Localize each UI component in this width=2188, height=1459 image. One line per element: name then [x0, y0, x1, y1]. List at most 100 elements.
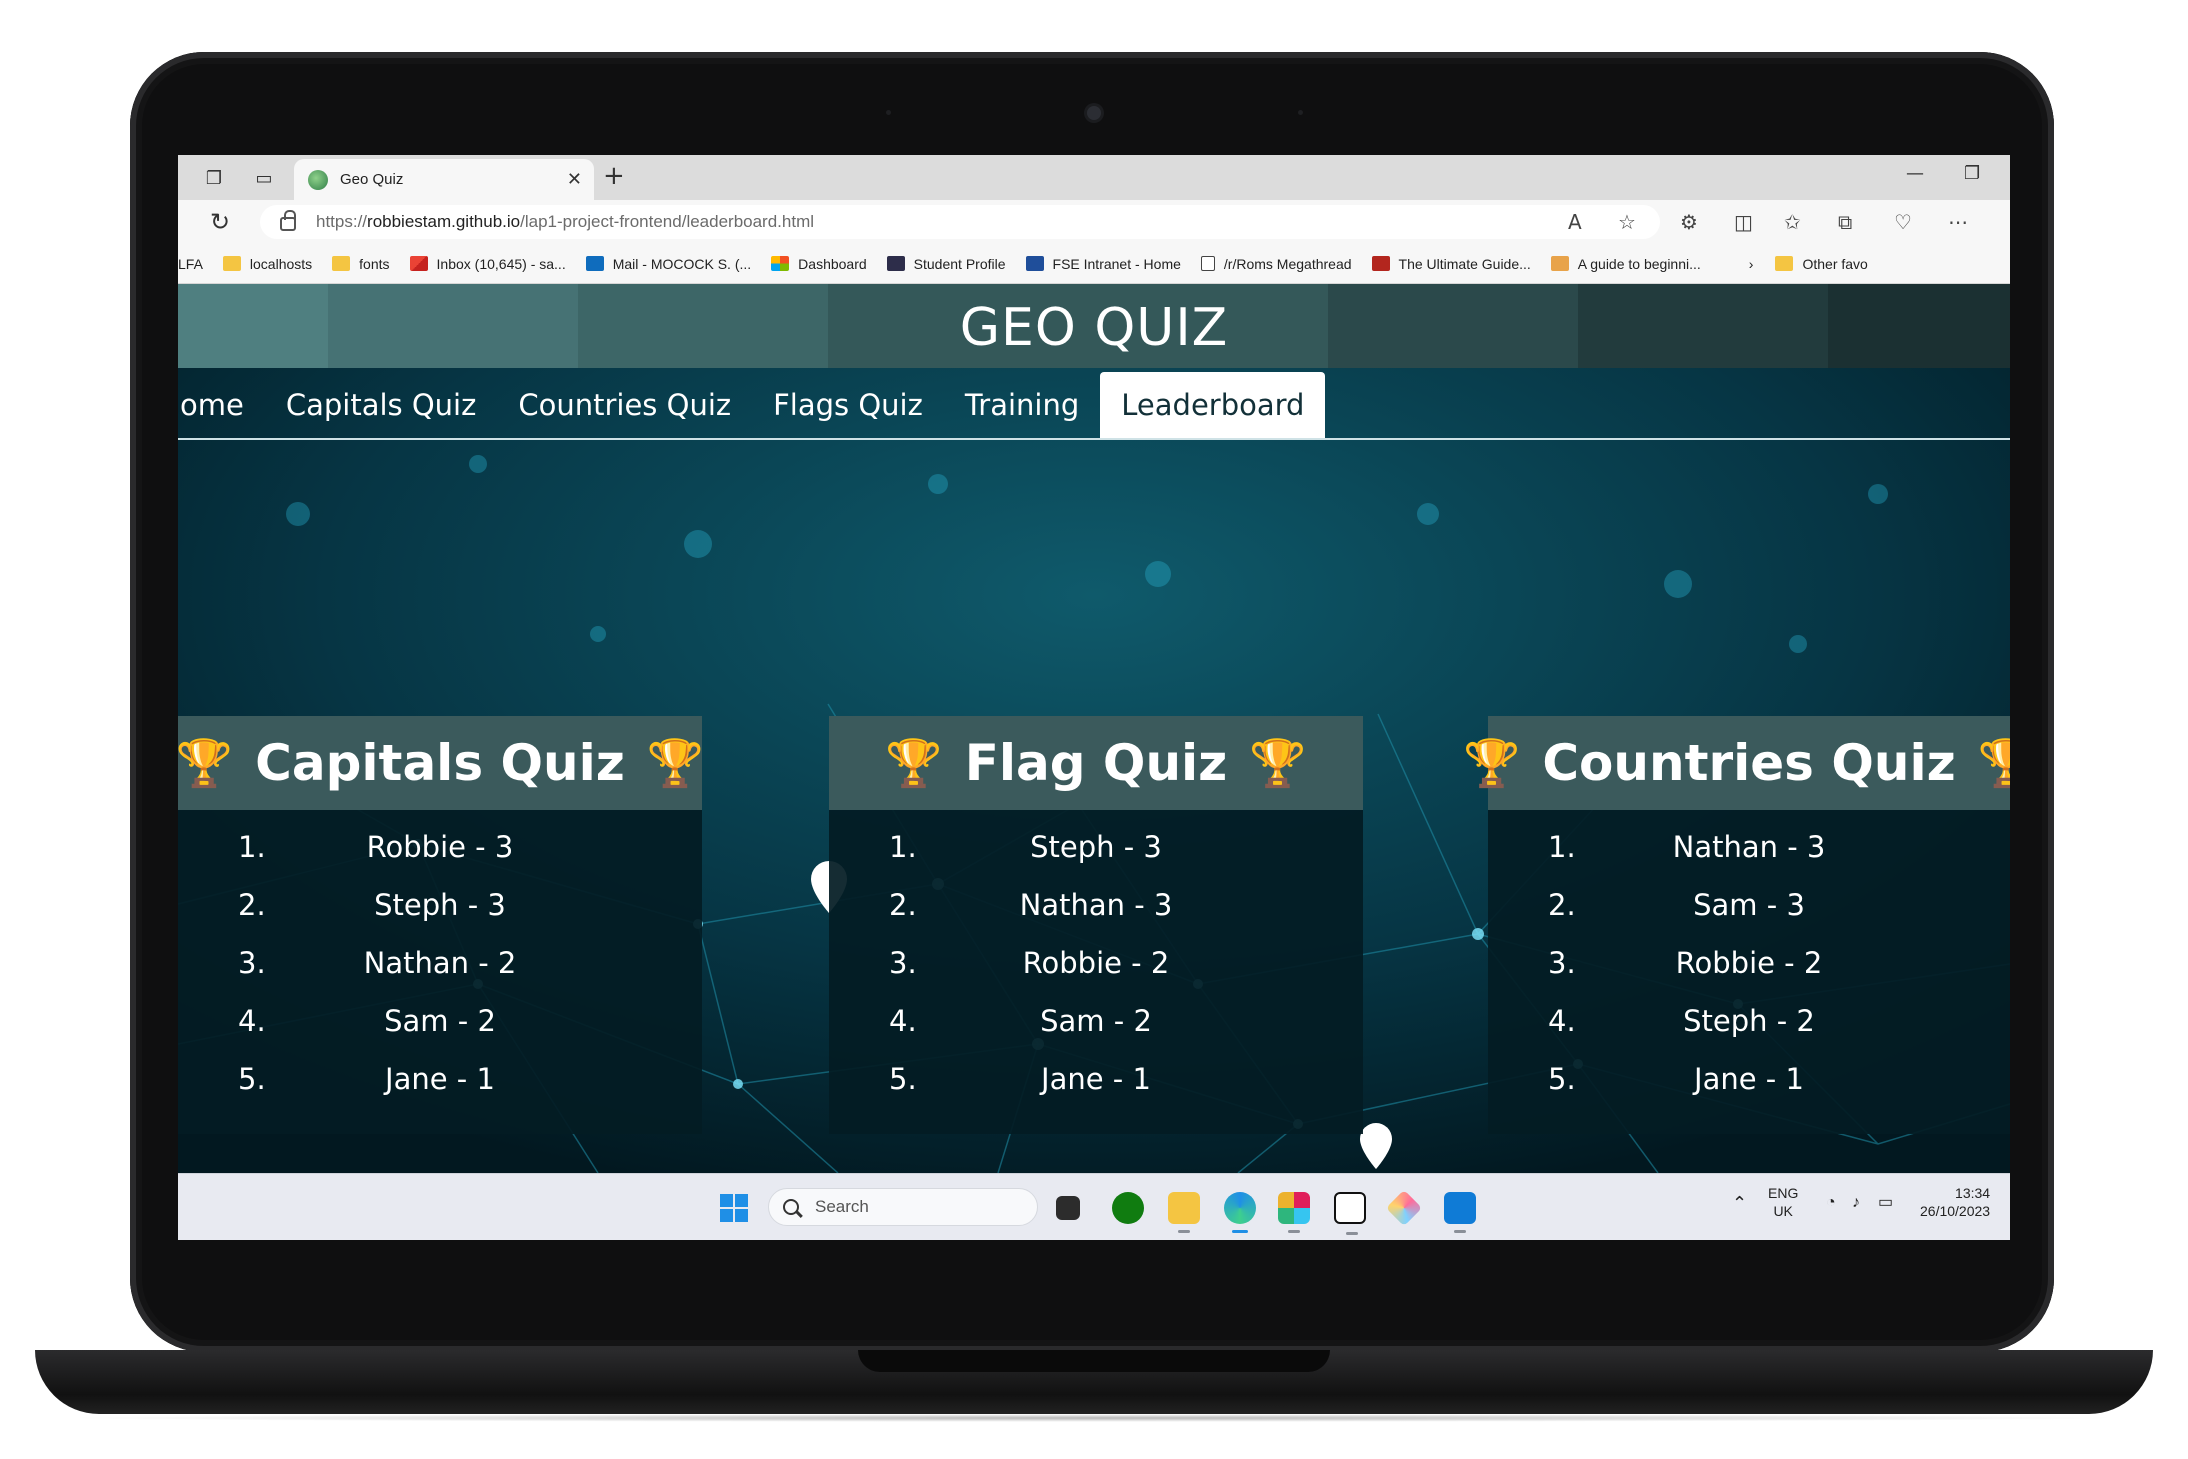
- bookmark-dashboard[interactable]: Dashboard: [771, 256, 867, 272]
- fse-icon: [1025, 256, 1044, 271]
- chevron-right-icon[interactable]: ›: [1749, 256, 1754, 272]
- leaderboard-row: 4. Sam - 2: [889, 1004, 1152, 1038]
- leaderboard-row: 3. Robbie - 2: [1548, 946, 1823, 980]
- leaderboard-row: 2. Steph - 3: [238, 888, 506, 922]
- guide-icon: [1550, 256, 1569, 271]
- slack-icon[interactable]: [1278, 1192, 1310, 1233]
- leaderboard-title: Flag Quiz: [964, 734, 1228, 792]
- leaderboard-row: 4. Steph - 2: [1548, 1004, 1815, 1038]
- restore-button[interactable]: ❐: [1964, 163, 1980, 184]
- laptop-notch: [858, 1350, 1330, 1372]
- bookmarks-bar: LFA localhosts fonts Inbox (10,645) - sa…: [178, 244, 2010, 284]
- leaderboard-header: 🏆 Flag Quiz 🏆: [829, 716, 1363, 810]
- nav-home[interactable]: ome: [178, 372, 265, 438]
- laptop-shadow: [60, 1414, 2128, 1422]
- search-label: Search: [815, 1197, 869, 1216]
- nav-capitals-quiz[interactable]: Capitals Quiz: [265, 372, 498, 438]
- trophy-icon: 🏆: [646, 735, 705, 790]
- bookmark-localhosts[interactable]: localhosts: [222, 256, 312, 272]
- trophy-icon: 🏆: [178, 735, 234, 790]
- favorite-star-icon[interactable]: ☆: [1618, 210, 1636, 234]
- tab-title: Geo Quiz: [340, 171, 404, 188]
- trophy-icon: 🏆: [885, 735, 943, 790]
- split-screen-icon[interactable]: ◫: [1734, 210, 1753, 234]
- nav-leaderboard[interactable]: Leaderboard: [1100, 372, 1326, 438]
- search-icon: [783, 1199, 799, 1215]
- screen: ❐ ▭ Geo Quiz ✕ + — ❐ ↻ https://robbiesta…: [178, 155, 2010, 1240]
- leaderboard-title: Capitals Quiz: [255, 734, 625, 792]
- leaderboard-countries: 🏆 Countries Quiz 🏆 1. Nathan - 3 2. Sam - …: [1463, 716, 2010, 1134]
- leaderboard-capitals: 🏆 Capitals Quiz 🏆 1. Robbie - 3 2. Steph -…: [178, 716, 705, 1134]
- leaderboard-title: Countries Quiz: [1542, 734, 1956, 792]
- gitkraken-icon[interactable]: [1385, 1189, 1423, 1227]
- collections-icon[interactable]: ⧉: [1838, 210, 1852, 234]
- edge-icon[interactable]: [1224, 1192, 1256, 1233]
- show-hidden-icons-chevron-icon[interactable]: ⌃: [1732, 1194, 1747, 1212]
- bookmark-student-profile[interactable]: Student Profile: [886, 256, 1006, 272]
- minimize-button[interactable]: —: [1906, 163, 1924, 184]
- bookmark-roms[interactable]: /r/Roms Megathread: [1200, 256, 1352, 272]
- refresh-icon[interactable]: ↻: [210, 208, 230, 236]
- webcam: [1087, 106, 1101, 120]
- trophy-icon: 🏆: [1463, 735, 1521, 790]
- task-view-icon[interactable]: [1056, 1196, 1080, 1220]
- folder-icon: [1775, 256, 1794, 271]
- bookmark-mail[interactable]: Mail - MOCOCK S. (...: [585, 256, 751, 272]
- leaderboard-header: 🏆 Countries Quiz 🏆: [1463, 716, 2010, 810]
- nav-flags-quiz[interactable]: Flags Quiz: [752, 372, 944, 438]
- page-icon: [1200, 256, 1215, 271]
- browser-address-bar: ↻ https://robbiestam.github.io/lap1-proj…: [178, 200, 2010, 244]
- browser-essentials-icon[interactable]: ♡: [1894, 210, 1912, 234]
- more-menu-icon[interactable]: ⋯: [1948, 210, 1968, 234]
- vertical-tabs-icon[interactable]: ▭: [250, 165, 278, 191]
- wifi-icon[interactable]: ◔: [1826, 1194, 1836, 1212]
- xbox-icon[interactable]: [1112, 1192, 1144, 1224]
- taskbar-search[interactable]: Search: [768, 1188, 1038, 1226]
- vscode-icon[interactable]: [1444, 1192, 1476, 1233]
- lock-icon[interactable]: [280, 210, 296, 231]
- folder-icon: [332, 256, 351, 271]
- new-tab-button[interactable]: +: [603, 161, 625, 191]
- language-indicator[interactable]: ENG UK: [1768, 1184, 1798, 1220]
- leaderboard-row: 4. Sam - 2: [238, 1004, 496, 1038]
- m-logo-icon: [1371, 256, 1390, 271]
- leaderboard-row: 1. Robbie - 3: [238, 830, 514, 864]
- start-button[interactable]: [720, 1194, 748, 1222]
- microsoft-icon: [771, 256, 790, 271]
- folder-icon: [222, 256, 241, 271]
- volume-icon[interactable]: ♪: [1852, 1194, 1860, 1212]
- url-field[interactable]: https://robbiestam.github.io/lap1-projec…: [260, 205, 1660, 239]
- bookmark-inbox[interactable]: Inbox (10,645) - sa...: [409, 256, 566, 272]
- sensor-left: [886, 110, 891, 115]
- leaderboard-row: 1. Steph - 3: [889, 830, 1162, 864]
- read-aloud-icon[interactable]: A: [1568, 210, 1582, 234]
- notion-icon[interactable]: [1334, 1192, 1366, 1235]
- student-profile-icon: [886, 256, 905, 271]
- bookmark-ultimate-guide[interactable]: The Ultimate Guide...: [1371, 256, 1531, 272]
- trophy-icon: 🏆: [1249, 735, 1307, 790]
- nav-training[interactable]: Training: [944, 372, 1100, 438]
- nav-countries-quiz[interactable]: Countries Quiz: [497, 372, 752, 438]
- clock[interactable]: 13:34 26/10/2023: [1920, 1184, 1990, 1220]
- leaderboard-row: 3. Robbie - 2: [889, 946, 1170, 980]
- site-nav: ome Capitals Quiz Countries Quiz Flags Q…: [178, 370, 2010, 440]
- bookmark-fonts[interactable]: fonts: [332, 256, 390, 272]
- leaderboard-row: 1. Nathan - 3: [1548, 830, 1826, 864]
- gmail-icon: [409, 256, 428, 271]
- favorites-icon[interactable]: ✩: [1784, 210, 1801, 234]
- battery-icon[interactable]: ▭: [1878, 1194, 1893, 1212]
- bookmark-fse-intranet[interactable]: FSE Intranet - Home: [1025, 256, 1181, 272]
- bookmark-other-favorites[interactable]: Other favo: [1775, 256, 1868, 272]
- bookmark-guide[interactable]: A guide to beginni...: [1550, 256, 1701, 272]
- leaderboard-row: 2. Nathan - 3: [889, 888, 1173, 922]
- bookmark-lfa[interactable]: LFA: [178, 256, 203, 272]
- close-tab-icon[interactable]: ✕: [567, 169, 582, 190]
- leaderboard-flags: 🏆 Flag Quiz 🏆 1. Steph - 3 2. Nathan - 3 3…: [829, 716, 1363, 1134]
- web-page: GEO QUIZ ome Capitals Quiz Countries Qui…: [178, 284, 2010, 1173]
- sensor-right: [1298, 110, 1303, 115]
- globe-favicon-icon: [308, 169, 328, 190]
- file-explorer-icon[interactable]: [1168, 1192, 1200, 1233]
- workspaces-icon[interactable]: ❐: [200, 165, 228, 191]
- browser-tab[interactable]: Geo Quiz ✕: [294, 159, 594, 200]
- extensions-icon[interactable]: ⚙: [1680, 210, 1698, 234]
